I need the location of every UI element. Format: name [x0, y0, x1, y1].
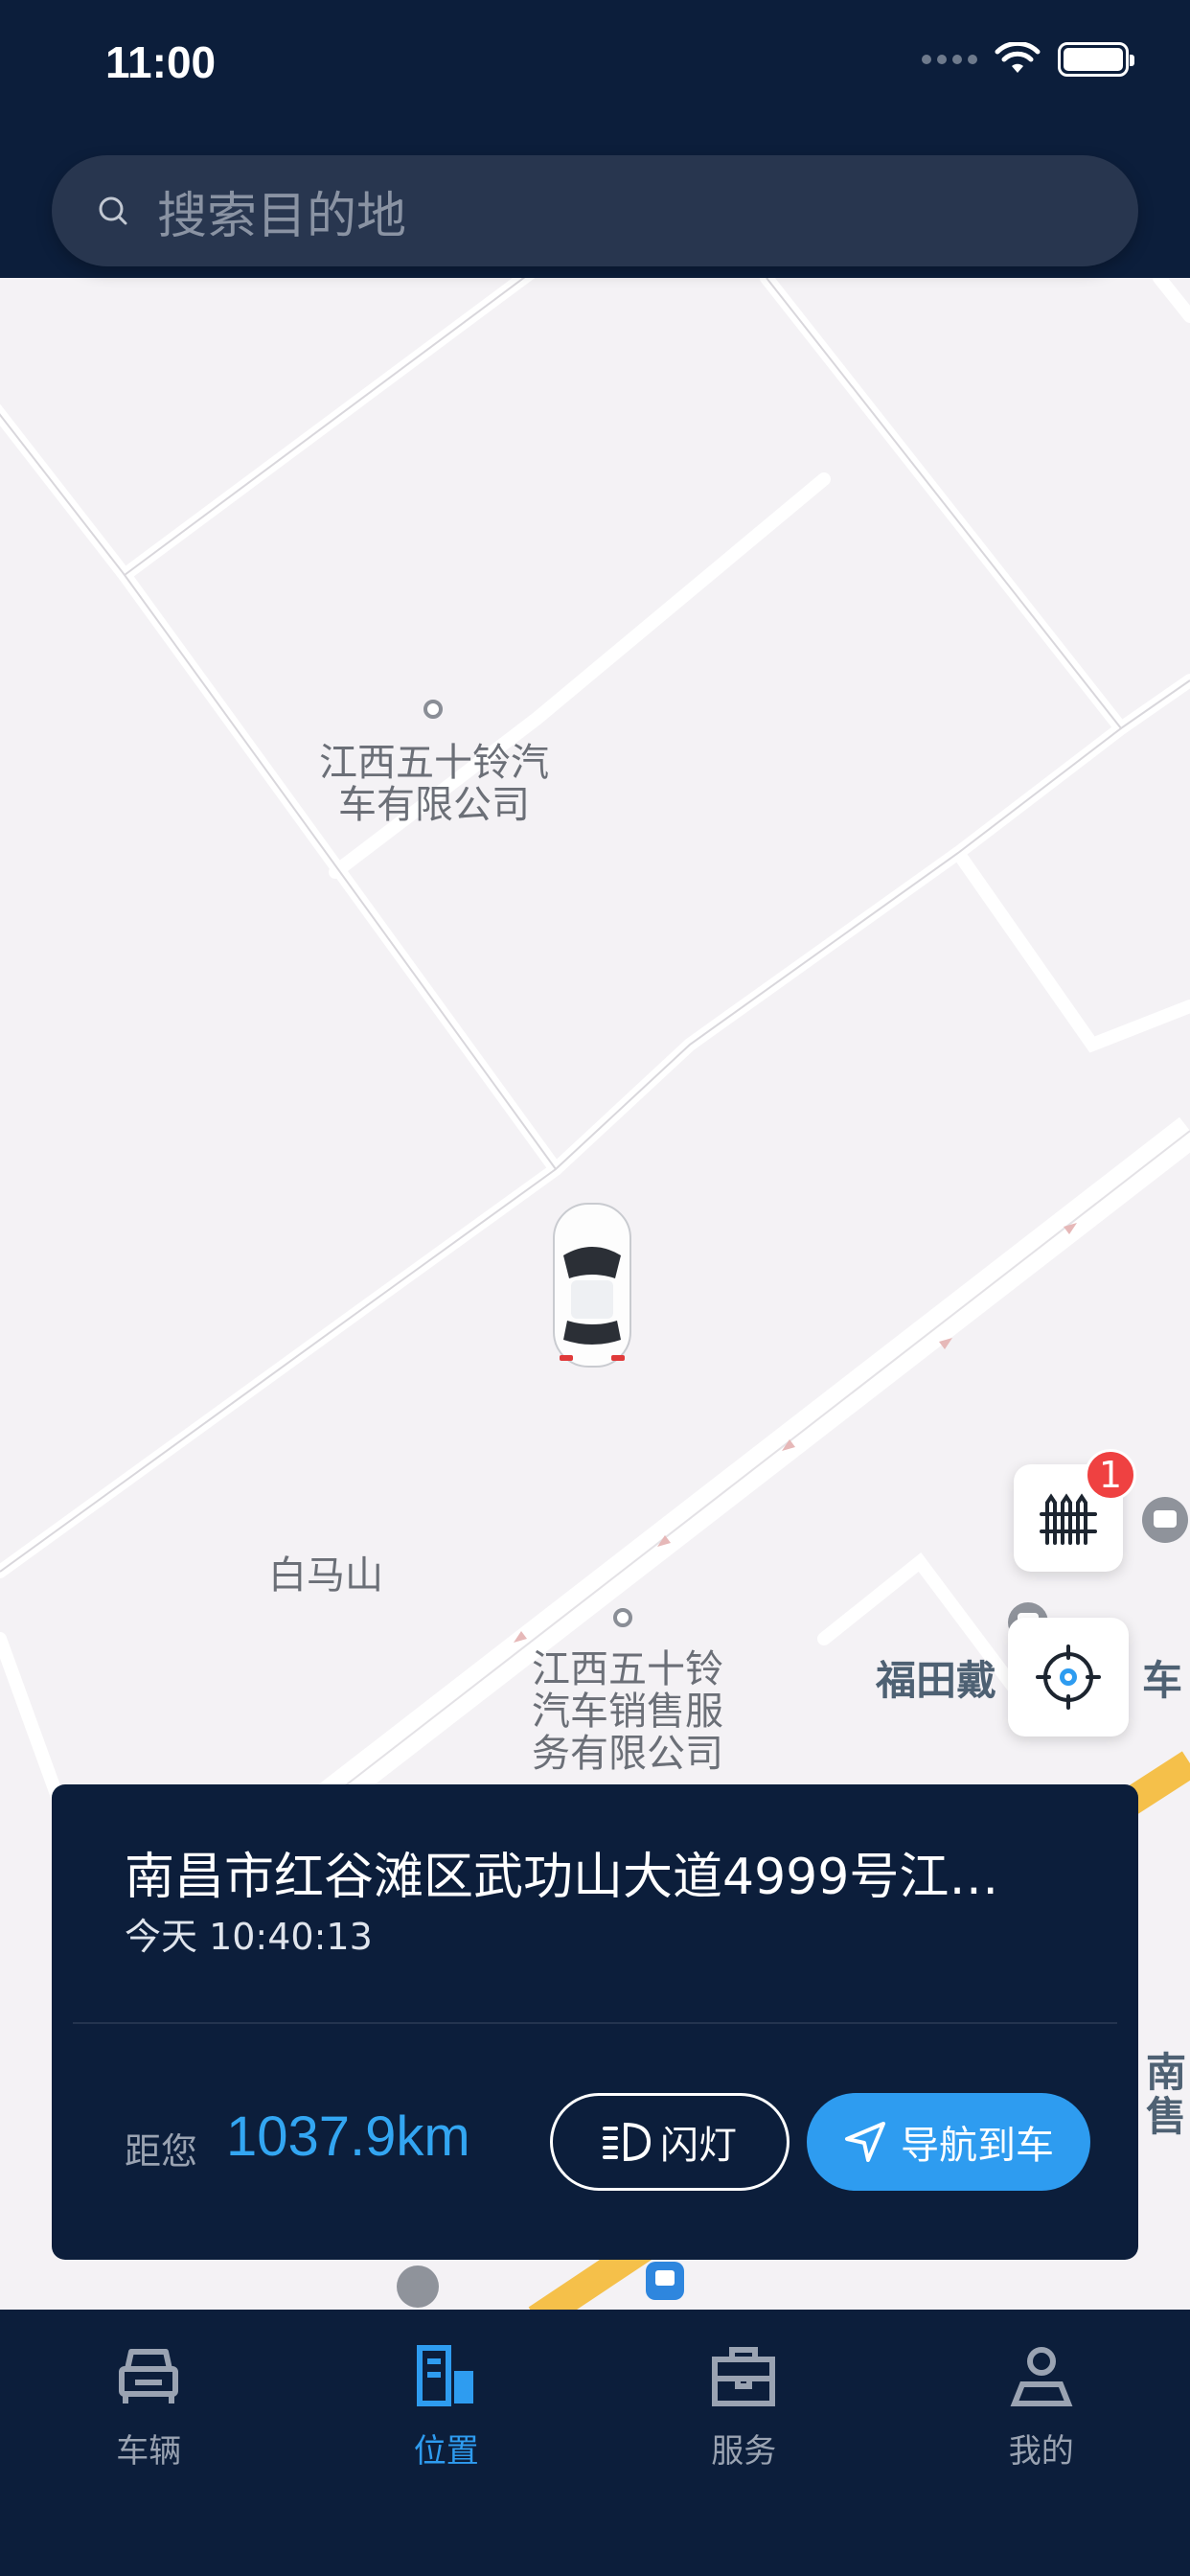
navigation-arrow-icon	[845, 2122, 885, 2162]
poi-label-nan[interactable]: 南 售	[1146, 2051, 1186, 2139]
navigate-to-car-button[interactable]: 导航到车	[807, 2093, 1090, 2191]
flash-lights-button[interactable]: 闪灯	[550, 2093, 790, 2191]
person-icon	[1010, 2347, 1073, 2406]
vehicle-address: 南昌市红谷滩区武功山大道4999号江…	[125, 1849, 999, 1906]
card-divider	[73, 2022, 1117, 2024]
poi-label-isuzu[interactable]: 江西五十铃汽 车有限公司	[305, 742, 563, 826]
distance-value: 1037.9km	[226, 2105, 470, 2168]
navigate-to-car-label: 导航到车	[901, 2124, 1054, 2168]
tab-vehicle[interactable]: 车辆	[0, 2310, 298, 2576]
tab-service-label: 服务	[711, 2432, 777, 2471]
search-icon	[99, 196, 127, 225]
poi-marker-icon	[613, 1608, 632, 1627]
wifi-icon	[995, 42, 1041, 73]
tab-vehicle-label: 车辆	[116, 2432, 182, 2471]
parking-icon	[397, 2266, 439, 2308]
tab-mine[interactable]: 我的	[893, 2310, 1190, 2576]
location-building-icon	[416, 2345, 473, 2406]
location-timestamp: 今天 10:40:13	[125, 1916, 373, 1958]
bus-stop-icon	[1142, 1497, 1188, 1543]
battery-icon	[1058, 42, 1134, 77]
status-icons	[922, 42, 1134, 77]
geofence-button[interactable]: 1	[1014, 1449, 1136, 1572]
poi-marker-icon	[423, 700, 443, 719]
bus-stop-icon	[646, 2262, 684, 2300]
poi-label-foton[interactable]: 福田戴	[876, 1648, 996, 1707]
poi-label-baimashan[interactable]: 白马山	[268, 1554, 383, 1597]
flash-lights-label: 闪灯	[660, 2124, 737, 2168]
poi-label-foton-tail[interactable]: 车	[1142, 1648, 1182, 1707]
top-header: 11:00 搜索目的地	[0, 0, 1190, 278]
vehicle-location-card: 南昌市红谷滩区武功山大道4999号江… 今天 10:40:13 距您 1037.…	[52, 1784, 1138, 2260]
poi-label-isuzu-sales[interactable]: 江西五十铃 汽车销售服 务有限公司	[517, 1648, 738, 1775]
locate-me-button[interactable]	[1008, 1618, 1129, 1736]
signal-icon	[922, 55, 977, 64]
crosshair-icon	[1036, 1644, 1101, 1710]
search-placeholder: 搜索目的地	[157, 187, 407, 245]
bottom-tab-bar: 车辆 位置 服务 我的	[0, 2310, 1190, 2576]
tab-service[interactable]: 服务	[595, 2310, 893, 2576]
tab-mine-label: 我的	[1008, 2432, 1074, 2471]
status-time: 11:00	[105, 37, 217, 87]
toolbox-icon	[712, 2347, 776, 2406]
distance-label: 距您	[125, 2130, 198, 2173]
headlight-icon	[603, 2122, 652, 2162]
vehicle-marker-icon[interactable]	[546, 1200, 638, 1370]
notification-badge: 1	[1085, 1449, 1136, 1501]
tab-location-label: 位置	[413, 2432, 479, 2471]
search-input[interactable]: 搜索目的地	[52, 155, 1138, 266]
tab-location[interactable]: 位置	[298, 2310, 596, 2576]
car-icon	[119, 2349, 179, 2404]
fence-icon	[1040, 1493, 1097, 1545]
